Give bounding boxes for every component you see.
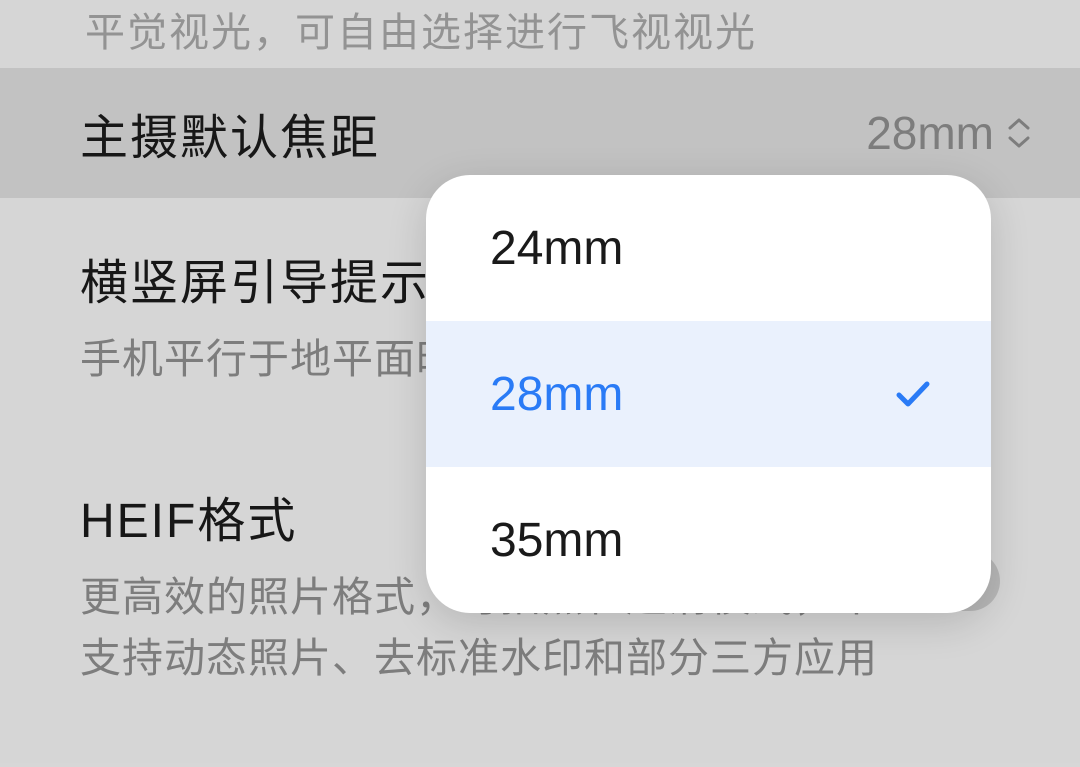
- focal-option-label: 35mm: [490, 513, 623, 568]
- truncated-setting-text: 平觉视光，可自由选择进行飞视视光: [85, 0, 757, 58]
- focal-length-title: 主摄默认焦距: [80, 98, 380, 168]
- focal-option-24mm[interactable]: 24mm: [426, 175, 991, 321]
- check-icon: [893, 374, 933, 414]
- focal-option-label: 24mm: [490, 221, 623, 276]
- focal-length-selector[interactable]: 28mm: [866, 106, 1030, 160]
- focal-option-label: 28mm: [490, 367, 623, 422]
- focal-length-menu: 24mm 28mm 35mm: [426, 175, 991, 613]
- up-down-chevron-icon: [1008, 118, 1030, 148]
- focal-option-28mm[interactable]: 28mm: [426, 321, 991, 467]
- truncated-setting-row: 平觉视光，可自由选择进行飞视视光: [0, 0, 1080, 68]
- focal-length-value: 28mm: [866, 106, 994, 160]
- focal-option-35mm[interactable]: 35mm: [426, 467, 991, 613]
